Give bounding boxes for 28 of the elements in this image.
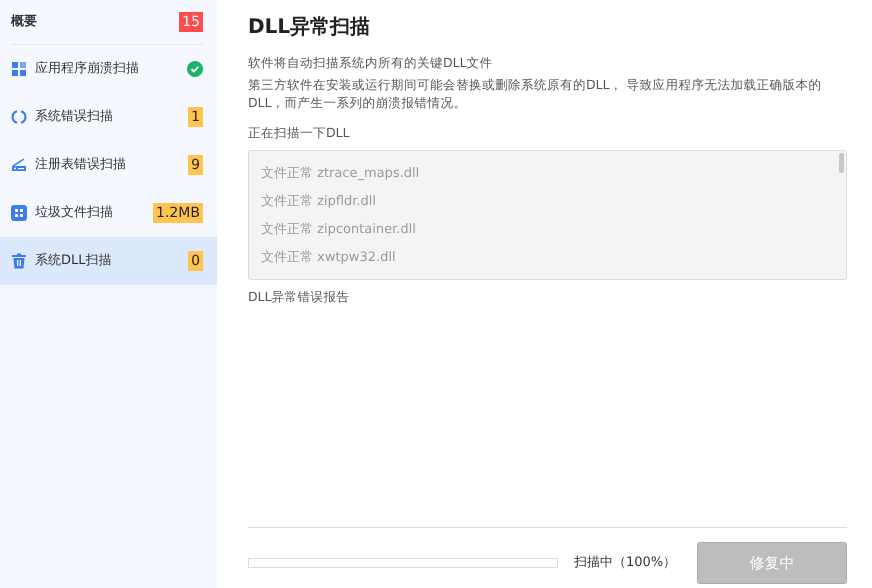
sidebar-item[interactable]: 垃圾文件扫描 1.2MB — [0, 189, 217, 237]
sidebar-item[interactable]: 注册表错误扫描 9 — [0, 141, 217, 189]
check-icon — [187, 61, 203, 77]
report-label: DLL异常错误报告 — [248, 288, 351, 306]
sidebar-header-label: 概要 — [11, 13, 37, 32]
trash-icon — [11, 253, 27, 269]
log-row-text: 文件正常 ztrace_maps.dll — [261, 165, 420, 183]
scrollbar-thumb[interactable] — [839, 153, 844, 173]
description-text: 软件将自动扫描系统内所有的关键DLL文件 — [248, 54, 494, 72]
count-badge: 1.2MB — [153, 203, 203, 223]
log-row-text: 文件正常 zipcontainer.dll — [261, 221, 417, 239]
scanner-icon — [11, 157, 27, 173]
log-row-text: 文件正常 zipfldr.dll — [261, 193, 378, 211]
description-text: 第三方软件在安装或运行期间可能会替换或删除系统原有的DLL， 导致应用程序无法加载正确版本的DLL，而产生一系列的崩溃报错情况。 — [248, 76, 823, 112]
scan-label: 正在扫描一下DLL — [248, 124, 351, 142]
log-row-text: 文件正常 xwtpw32.dll — [261, 249, 397, 267]
sidebar-item[interactable]: 系统错误扫描 1 — [0, 93, 217, 141]
apps-icon — [11, 205, 27, 221]
refresh-icon — [11, 109, 27, 125]
count-badge: 9 — [188, 155, 203, 175]
count-badge: 15 — [179, 12, 203, 32]
grid-icon — [11, 61, 27, 77]
progress-reading: 扫描中（100%） — [574, 554, 676, 572]
count-badge: 1 — [188, 107, 203, 127]
sidebar-item[interactable]: 系统DLL扫描 0 — [0, 237, 217, 285]
count-badge: 0 — [188, 251, 203, 271]
sidebar-item[interactable]: 应用程序崩溃扫描 — [0, 45, 217, 93]
page-title: DLL异常扫描 — [248, 14, 372, 38]
